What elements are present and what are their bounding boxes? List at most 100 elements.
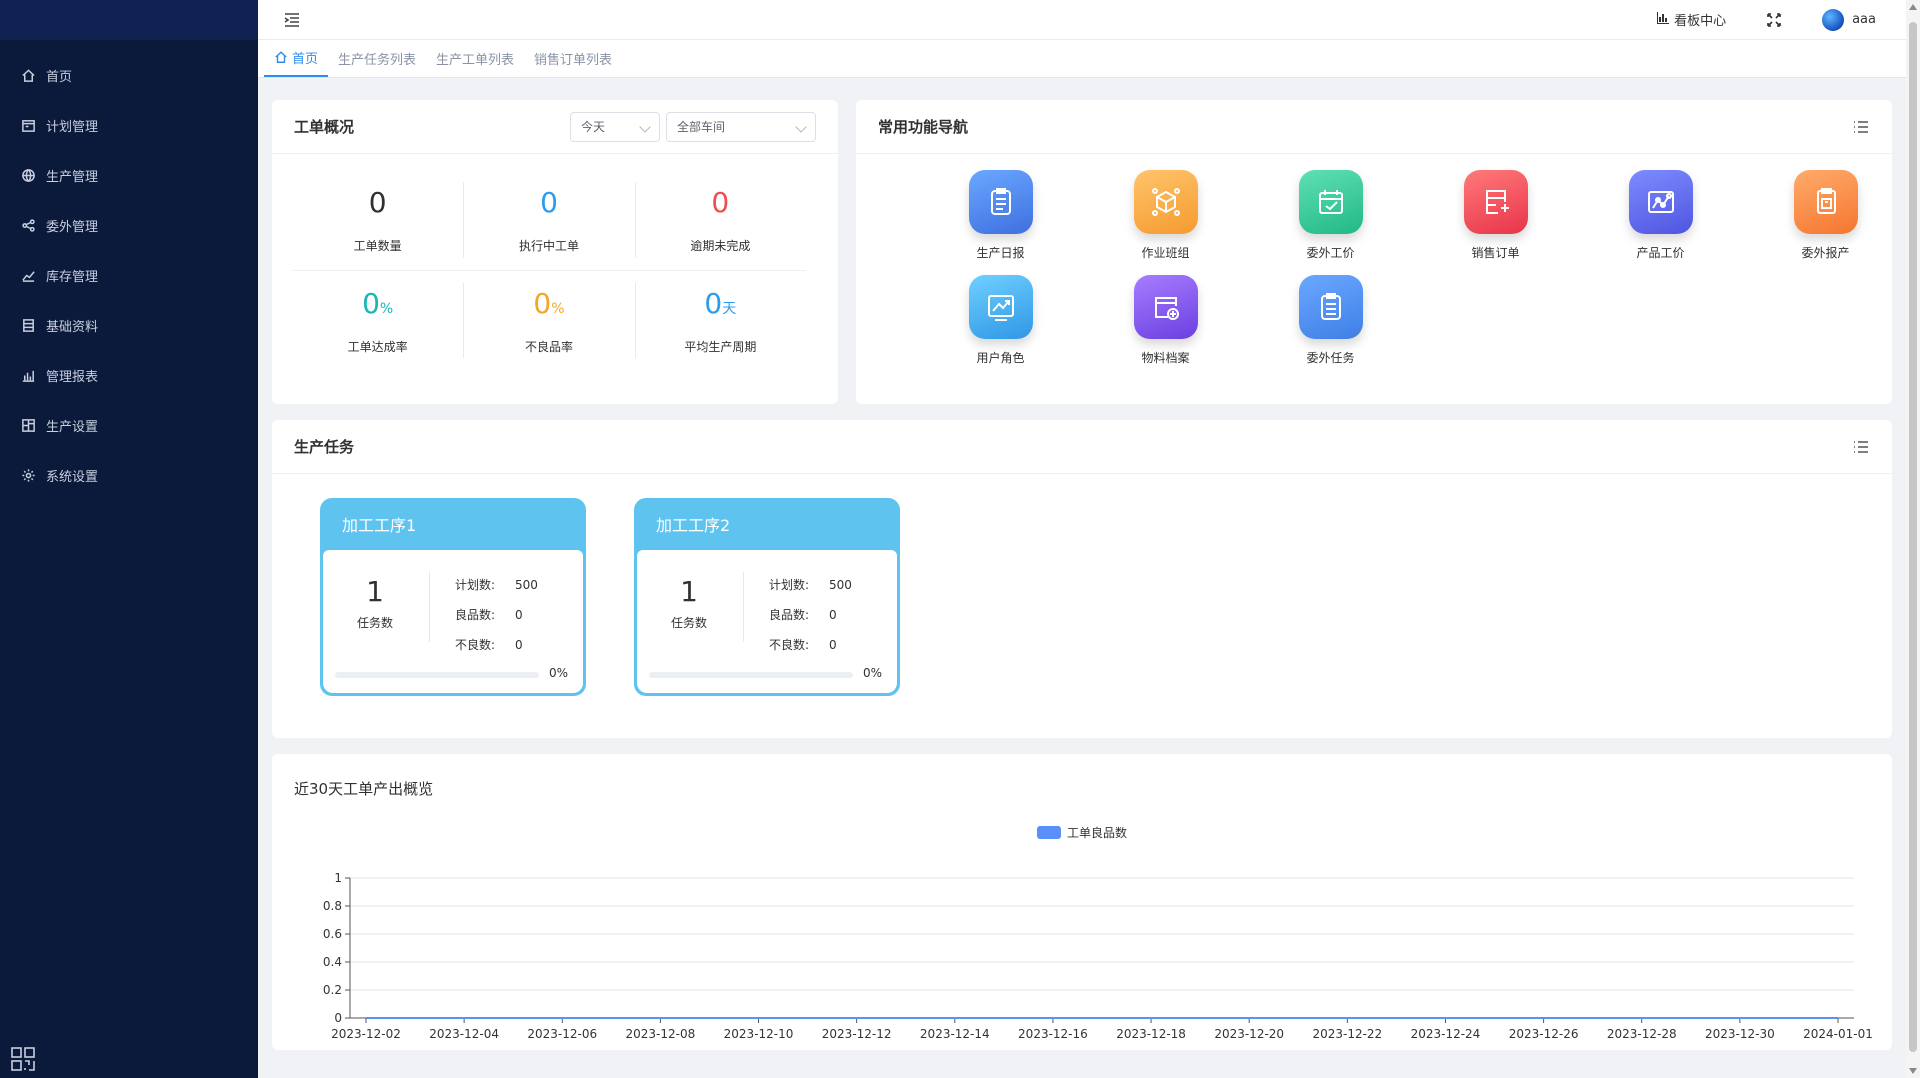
nav-outsource-report[interactable]: 委外报产 bbox=[1743, 170, 1908, 261]
overview-title: 工单概况 bbox=[294, 118, 355, 136]
nav-grid: 生产日报 作业班组 委外工价 销售订单 产品工价 委外报产 用户角色 物料档案 bbox=[918, 170, 1908, 366]
scroll-up-icon[interactable] bbox=[1909, 4, 1917, 10]
stat-number: 0 bbox=[533, 286, 552, 320]
nav-label: 销售订单 bbox=[1471, 246, 1520, 260]
qr-code-icon[interactable] bbox=[10, 1046, 36, 1072]
nav-sales-order[interactable]: 销售订单 bbox=[1413, 170, 1578, 261]
grid-icon bbox=[20, 417, 36, 433]
stat-value: 0 bbox=[711, 186, 729, 225]
username: aaa bbox=[1852, 12, 1876, 27]
nav-title: 常用功能导航 bbox=[878, 118, 969, 136]
tab-home[interactable]: 首页 bbox=[264, 39, 329, 77]
stat-unit: 天 bbox=[722, 300, 737, 317]
task-card[interactable]: 加工工序2 1 任务数 计划数: 500 良品数: 0 不良数: 0 0% bbox=[634, 498, 900, 696]
x-tick-label: 2023-12-14 bbox=[920, 1027, 990, 1041]
user-menu[interactable]: aaa bbox=[1822, 8, 1876, 31]
stat-number: 0 bbox=[711, 186, 730, 219]
clipboard-icon bbox=[968, 170, 1033, 234]
nav-material-archive[interactable]: 物料档案 bbox=[1083, 275, 1248, 366]
sidebar-item-label: 计划管理 bbox=[46, 119, 99, 135]
nav-header: 常用功能导航 bbox=[856, 100, 1892, 154]
task-body: 1 任务数 计划数: 500 良品数: 0 不良数: 0 0% bbox=[637, 550, 897, 693]
kanban-center-link[interactable]: 看板中心 bbox=[1656, 10, 1726, 29]
stats-row: 0% 工单达成率 0% 不良品率 0天 平均生产周期 bbox=[292, 270, 806, 370]
nav-user-roles[interactable]: 用户角色 bbox=[918, 275, 1083, 366]
progress-text: 0% bbox=[549, 666, 569, 680]
scrollbar-thumb[interactable] bbox=[1909, 22, 1917, 1052]
chevron-down-icon bbox=[639, 120, 651, 133]
nav-outsource-price[interactable]: 委外工价 bbox=[1248, 170, 1413, 261]
chart-map-icon bbox=[1628, 170, 1693, 234]
sidebar-item-outsourcing[interactable]: 委外管理 bbox=[0, 200, 258, 250]
sidebar-item-label: 生产设置 bbox=[46, 419, 99, 435]
sidebar-item-inventory[interactable]: 库存管理 bbox=[0, 250, 258, 300]
sidebar-item-reports[interactable]: 管理报表 bbox=[0, 350, 258, 400]
task-name: 加工工序1 bbox=[342, 516, 417, 535]
nav-label: 用户角色 bbox=[976, 351, 1025, 365]
avatar bbox=[1822, 8, 1845, 31]
cube-network-icon bbox=[1133, 170, 1198, 234]
sidebar-item-label: 系统设置 bbox=[46, 469, 99, 485]
stat-in-progress: 0 执行中工单 bbox=[463, 170, 634, 270]
sidebar-menu: 首页 计划管理 生产管理 委外管理 库存管理 基础资料 管理报表 生产设置 系统… bbox=[0, 40, 258, 500]
nav-label: 委外报产 bbox=[1801, 246, 1850, 260]
folder-add-icon bbox=[1133, 275, 1198, 339]
nav-label: 物料档案 bbox=[1141, 351, 1190, 365]
nav-label: 生产日报 bbox=[976, 246, 1025, 260]
collapse-menu-icon[interactable] bbox=[282, 10, 302, 30]
good-label: 良品数: bbox=[455, 608, 496, 622]
good-label: 良品数: bbox=[769, 608, 810, 622]
tab-sales-order-list[interactable]: 销售订单列表 bbox=[524, 39, 622, 77]
sidebar-item-production-settings[interactable]: 生产设置 bbox=[0, 400, 258, 450]
sidebar-item-basic-data[interactable]: 基础资料 bbox=[0, 300, 258, 350]
plan-label: 计划数: bbox=[769, 578, 810, 592]
nav-work-team[interactable]: 作业班组 bbox=[1083, 170, 1248, 261]
good-value: 0 bbox=[515, 608, 523, 622]
nav-outsource-task[interactable]: 委外任务 bbox=[1248, 275, 1413, 366]
calendar-check-icon bbox=[1298, 170, 1363, 234]
bar-chart-icon bbox=[20, 367, 36, 383]
x-tick-label: 2023-12-02 bbox=[331, 1027, 401, 1041]
stat-number: 0 bbox=[540, 186, 558, 219]
nav-product-price[interactable]: 产品工价 bbox=[1578, 170, 1743, 261]
chevron-down-icon bbox=[795, 120, 807, 133]
nav-production-daily-report[interactable]: 生产日报 bbox=[918, 170, 1083, 261]
stat-unit: % bbox=[379, 300, 394, 317]
tab-work-order-list[interactable]: 生产工单列表 bbox=[426, 39, 524, 77]
stat-avg-cycle: 0天 平均生产周期 bbox=[634, 271, 806, 370]
stat-label: 平均生产周期 bbox=[684, 339, 757, 354]
sidebar-item-system-settings[interactable]: 系统设置 bbox=[0, 450, 258, 500]
kanban-center-label: 看板中心 bbox=[1674, 14, 1727, 29]
list-icon[interactable] bbox=[1852, 438, 1870, 456]
output-chart-card: 近30天工单产出概览 工单良品数 0 0.2 0.4 0.6 0.8 1 2023-12-0… bbox=[272, 754, 1892, 1050]
task-info: 计划数: 500 良品数: 0 不良数: 0 bbox=[769, 570, 852, 660]
chart-plot: 0 0.2 0.4 0.6 0.8 1 2023-12-02 2023-12-04 2023-1… bbox=[323, 871, 1873, 1041]
stats-row: 0 工单数量 0 执行中工单 0 逾期未完成 bbox=[292, 170, 806, 270]
bad-label: 不良数: bbox=[455, 638, 496, 652]
tab-production-task-list[interactable]: 生产任务列表 bbox=[328, 39, 426, 77]
x-tick-label: 2023-12-20 bbox=[1214, 1027, 1284, 1041]
scroll-down-icon[interactable] bbox=[1909, 1068, 1917, 1074]
sidebar-item-home[interactable]: 首页 bbox=[0, 50, 258, 100]
stat-overdue: 0 逾期未完成 bbox=[634, 170, 806, 270]
fullscreen-icon[interactable] bbox=[1766, 12, 1782, 28]
date-range-select[interactable]: 今天 bbox=[570, 111, 660, 142]
plan-value: 500 bbox=[515, 578, 538, 592]
page-scrollbar[interactable] bbox=[1906, 0, 1920, 1078]
task-card[interactable]: 加工工序1 1 任务数 计划数: 500 良品数: 0 不良数: 0 0% bbox=[320, 498, 586, 696]
y-tick-label: 0.2 bbox=[323, 983, 342, 997]
sidebar-item-production[interactable]: 生产管理 bbox=[0, 150, 258, 200]
report-copy-icon bbox=[1793, 170, 1858, 234]
nav-label: 委外任务 bbox=[1306, 351, 1355, 365]
progress-bar bbox=[649, 672, 853, 678]
stat-label: 不良品率 bbox=[524, 339, 573, 354]
workshop-select[interactable]: 全部车间 bbox=[666, 111, 816, 142]
home-icon bbox=[20, 67, 36, 83]
task-count-label: 任务数 bbox=[356, 616, 393, 630]
trend-icon bbox=[20, 267, 36, 283]
x-tick-label: 2023-12-06 bbox=[527, 1027, 597, 1041]
list-icon[interactable] bbox=[1852, 118, 1870, 136]
sidebar-item-label: 管理报表 bbox=[46, 369, 99, 385]
sidebar-item-label: 基础资料 bbox=[46, 319, 99, 335]
sidebar-item-plan[interactable]: 计划管理 bbox=[0, 100, 258, 150]
